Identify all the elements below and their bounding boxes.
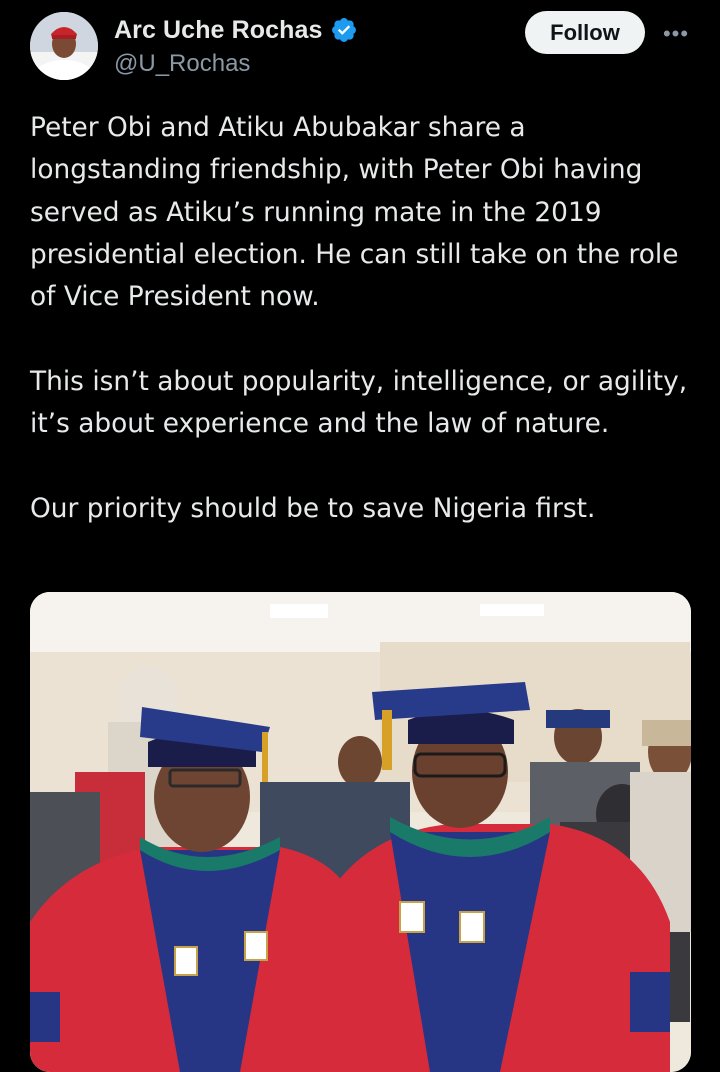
attached-photo — [30, 592, 691, 1072]
post-text: Peter Obi and Atiku Abubakar share a lon… — [30, 107, 696, 572]
post-media[interactable] — [30, 592, 691, 1072]
post-paragraph: Peter Obi and Atiku Abubakar share a lon… — [30, 112, 679, 313]
post-header: Arc Uche Rochas @U_Rochas Follow ••• — [0, 0, 720, 90]
display-name-row: Arc Uche Rochas — [114, 14, 494, 46]
verified-badge-icon[interactable] — [330, 16, 358, 44]
author-handle[interactable]: @U_Rochas — [114, 50, 494, 78]
author-info: Arc Uche Rochas @U_Rochas — [114, 14, 494, 78]
post-paragraph: This isn’t about popularity, intelligenc… — [30, 365, 688, 440]
more-horizontal-icon[interactable]: ••• — [660, 21, 692, 46]
author-avatar[interactable] — [30, 12, 98, 80]
avatar-photo — [30, 12, 98, 80]
post-paragraph: Our priority should be to save Nigeria f… — [30, 492, 596, 524]
follow-button[interactable]: Follow — [525, 11, 645, 54]
author-display-name[interactable]: Arc Uche Rochas — [114, 16, 323, 45]
